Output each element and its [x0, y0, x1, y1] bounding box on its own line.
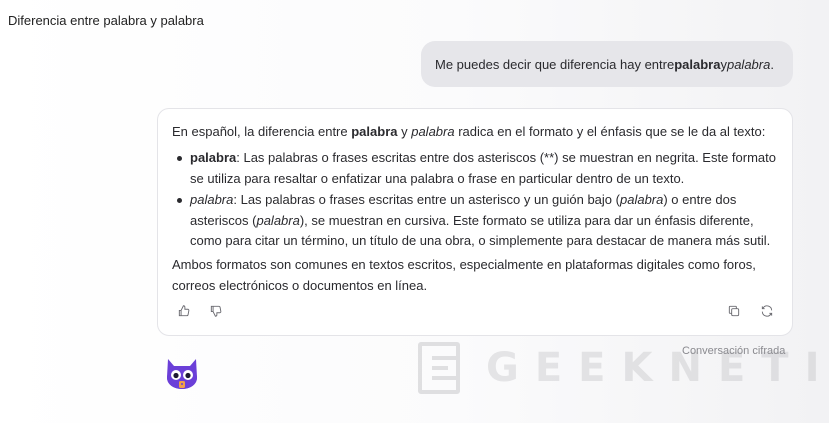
conversation-title: Diferencia entre palabra y palabra [8, 13, 204, 28]
copy-icon[interactable] [725, 302, 743, 320]
thumbs-up-icon[interactable] [175, 302, 193, 320]
answer-intro-end: radica en el formato y el énfasis que se… [454, 124, 766, 139]
user-message-text: Me puedes decir que diferencia hay entre [435, 56, 675, 72]
cat-mascot-icon [167, 359, 197, 389]
assistant-answer-card: En español, la diferencia entre palabra … [157, 108, 793, 336]
user-message-italic-word: palabra [726, 56, 771, 72]
answer-intro-italic-word: palabra [411, 124, 455, 139]
refresh-icon[interactable] [758, 302, 776, 320]
list-item-italic: palabra: Las palabras o frases escritas … [172, 190, 784, 252]
encrypted-status: Conversación cifrada [682, 345, 786, 357]
list-item-italic-term: palabra [190, 192, 234, 207]
list-item-italic-example-a: palabra [619, 192, 664, 207]
answer-intro-bold-word: palabra [351, 124, 398, 139]
list-item-bold-term: palabra [190, 150, 237, 165]
thumbs-down-icon[interactable] [207, 302, 225, 320]
list-item-italic-text-a: : Las palabras o frases escritas entre u… [233, 192, 620, 207]
user-message-end: . [770, 56, 774, 72]
list-item-bold-text: : Las palabras o frases escritas entre d… [190, 150, 776, 186]
list-item-bold: palabra: Las palabras o frases escritas … [172, 148, 784, 189]
list-item-italic-example-b: palabra [256, 212, 300, 228]
watermark-logo-icon [418, 342, 460, 394]
answer-intro: En español, la diferencia entre palabra … [172, 122, 784, 143]
answer-closing: Ambos formatos son comunes en textos esc… [172, 257, 756, 293]
answer-intro-connector: y [397, 124, 412, 139]
user-message-bubble: Me puedes decir que diferencia hay entre… [421, 41, 793, 87]
user-message-bold-word: palabra [674, 56, 721, 72]
assistant-avatar [161, 349, 203, 391]
answer-intro-text: En español, la diferencia entre [172, 124, 352, 139]
